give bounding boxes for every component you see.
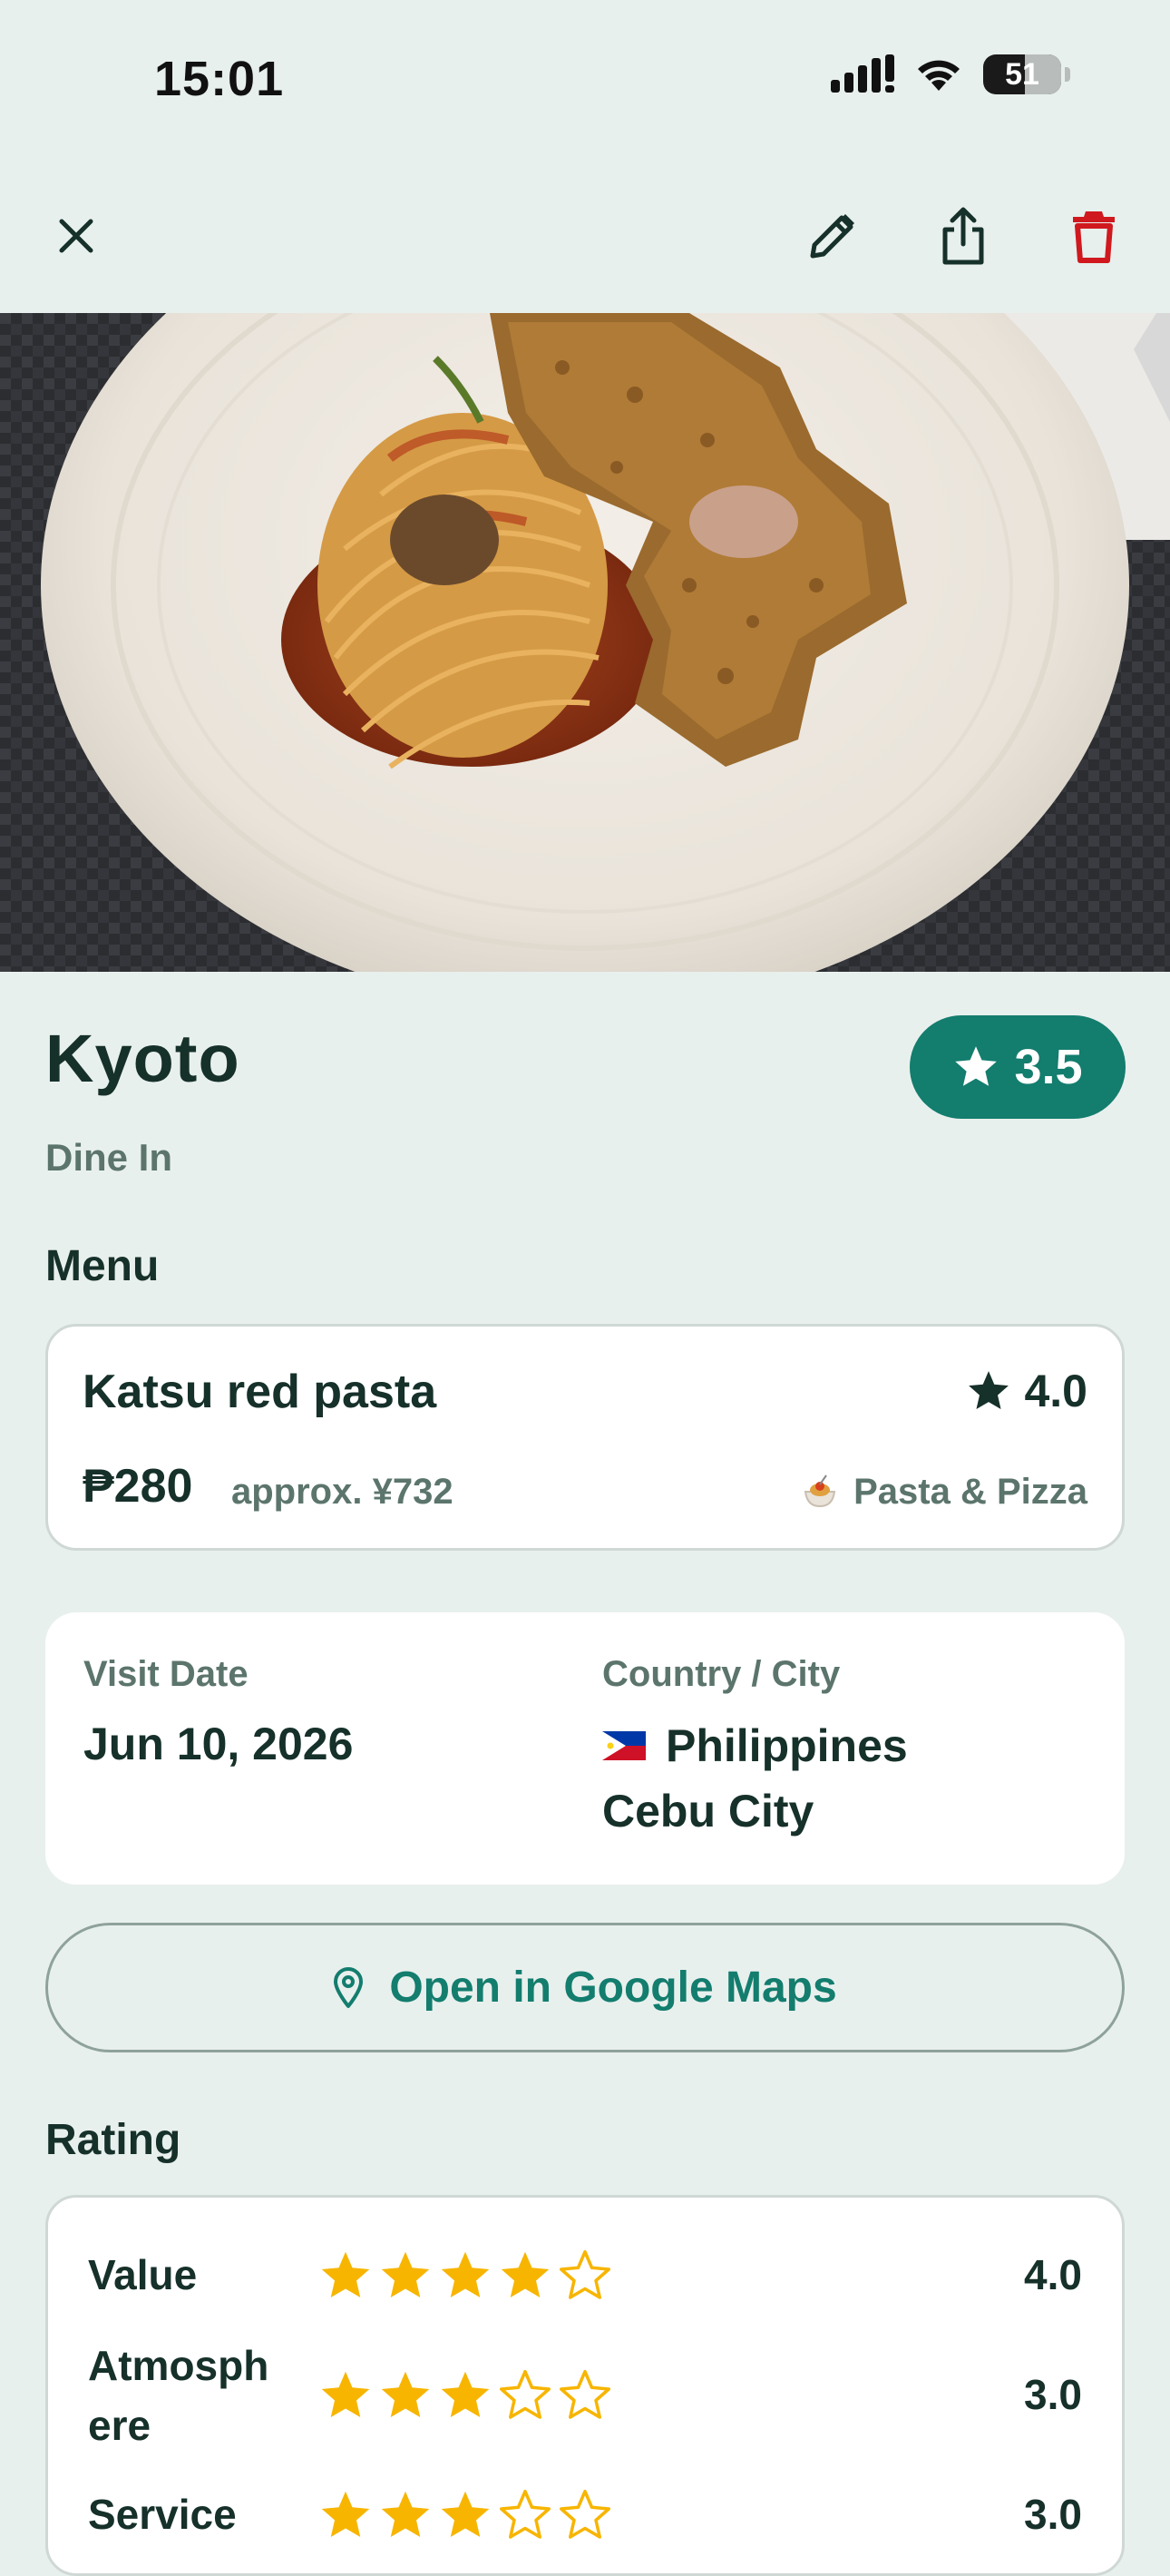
edit-icon	[810, 214, 854, 259]
battery-level: 51	[1005, 57, 1039, 92]
menu-item-approx-price: approx. ¥732	[231, 1472, 453, 1512]
visit-date-label: Visit Date	[83, 1654, 249, 1694]
star-filled-icon	[321, 2251, 370, 2297]
star-icon	[955, 1046, 998, 1086]
menu-item-category-label: Pasta & Pizza	[853, 1472, 1087, 1512]
star-filled-icon	[381, 2491, 430, 2537]
star-filled-icon	[381, 2371, 430, 2417]
menu-item-name: Katsu red pasta	[83, 1366, 437, 1418]
rating-section-title: Rating	[45, 2116, 181, 2164]
status-time: 15:01	[154, 52, 285, 106]
location-label: Country / City	[602, 1654, 841, 1694]
pasta-icon	[804, 1474, 836, 1507]
star-filled-icon	[381, 2251, 430, 2297]
rating-row-label: Service	[88, 2491, 237, 2538]
star-filled-icon	[321, 2491, 370, 2537]
star-filled-icon	[321, 2371, 370, 2417]
edit-button[interactable]	[800, 203, 865, 269]
open-google-maps-button[interactable]: Open in Google Maps	[45, 1923, 1125, 2052]
overall-rating-badge: 3.5	[910, 1015, 1126, 1119]
menu-item-card[interactable]: Katsu red pasta 4.0 ₱280 approx. ¥732 Pa…	[45, 1324, 1125, 1551]
wifi-icon	[918, 60, 960, 91]
dining-type: Dine In	[45, 1136, 173, 1179]
menu-item-category: Pasta & Pizza	[801, 1472, 1087, 1513]
food-photo	[0, 313, 1170, 972]
menu-item-rating: 4.0	[966, 1365, 1087, 1417]
rating-row-value-number: 3.0	[1024, 2491, 1082, 2538]
star-filled-icon	[441, 2251, 490, 2297]
menu-item-rating-value: 4.0	[1024, 1366, 1087, 1416]
rating-row-label: Atmosph ere	[88, 2342, 269, 2449]
delete-button[interactable]	[1061, 203, 1126, 269]
status-icons: 51	[831, 54, 1070, 94]
rating-row-value-number: 4.0	[1024, 2251, 1082, 2298]
close-icon	[59, 219, 93, 253]
star-empty-icon	[560, 2370, 610, 2419]
top-toolbar	[0, 181, 1170, 290]
menu-item-price: ₱280	[83, 1460, 193, 1513]
philippines-flag-icon	[602, 1731, 646, 1760]
star-empty-icon	[500, 2370, 551, 2419]
star-empty-icon	[560, 2250, 610, 2299]
rating-row-value-number: 3.0	[1024, 2371, 1082, 2418]
rating-stars	[318, 2248, 612, 2303]
menu-section-title: Menu	[45, 1242, 160, 1290]
restaurant-name: Kyoto	[45, 1021, 240, 1096]
visit-info-card: Visit Date Jun 10, 2026 Country / City P…	[45, 1612, 1125, 1885]
city-name: Cebu City	[602, 1786, 814, 1837]
share-icon	[942, 207, 984, 265]
share-button[interactable]	[931, 203, 996, 269]
rating-stars	[318, 2368, 612, 2423]
overall-rating-value: 3.5	[1014, 1040, 1083, 1094]
star-empty-icon	[560, 2490, 610, 2539]
country-name: Philippines	[666, 1720, 908, 1771]
rating-row-label: Value	[88, 2251, 198, 2298]
close-button[interactable]	[44, 203, 109, 269]
star-filled-icon	[441, 2491, 490, 2537]
star-icon	[969, 1371, 1009, 1409]
visit-date-value: Jun 10, 2026	[83, 1719, 354, 1769]
status-bar: 15:01 51	[0, 0, 1170, 163]
rating-breakdown-card: Value 4.0 Atmosph ere 3.0 Service 3.0	[45, 2195, 1125, 2576]
trash-icon	[1073, 211, 1115, 263]
open-google-maps-label: Open in Google Maps	[389, 1964, 837, 2012]
rating-stars	[318, 2488, 612, 2542]
star-empty-icon	[500, 2490, 551, 2539]
battery-icon: 51	[983, 54, 1061, 94]
star-filled-icon	[441, 2371, 490, 2417]
star-filled-icon	[501, 2251, 550, 2297]
cellular-signal-icon	[831, 54, 894, 93]
map-pin-icon	[334, 1966, 364, 2008]
country-value: Philippines	[602, 1719, 908, 1772]
